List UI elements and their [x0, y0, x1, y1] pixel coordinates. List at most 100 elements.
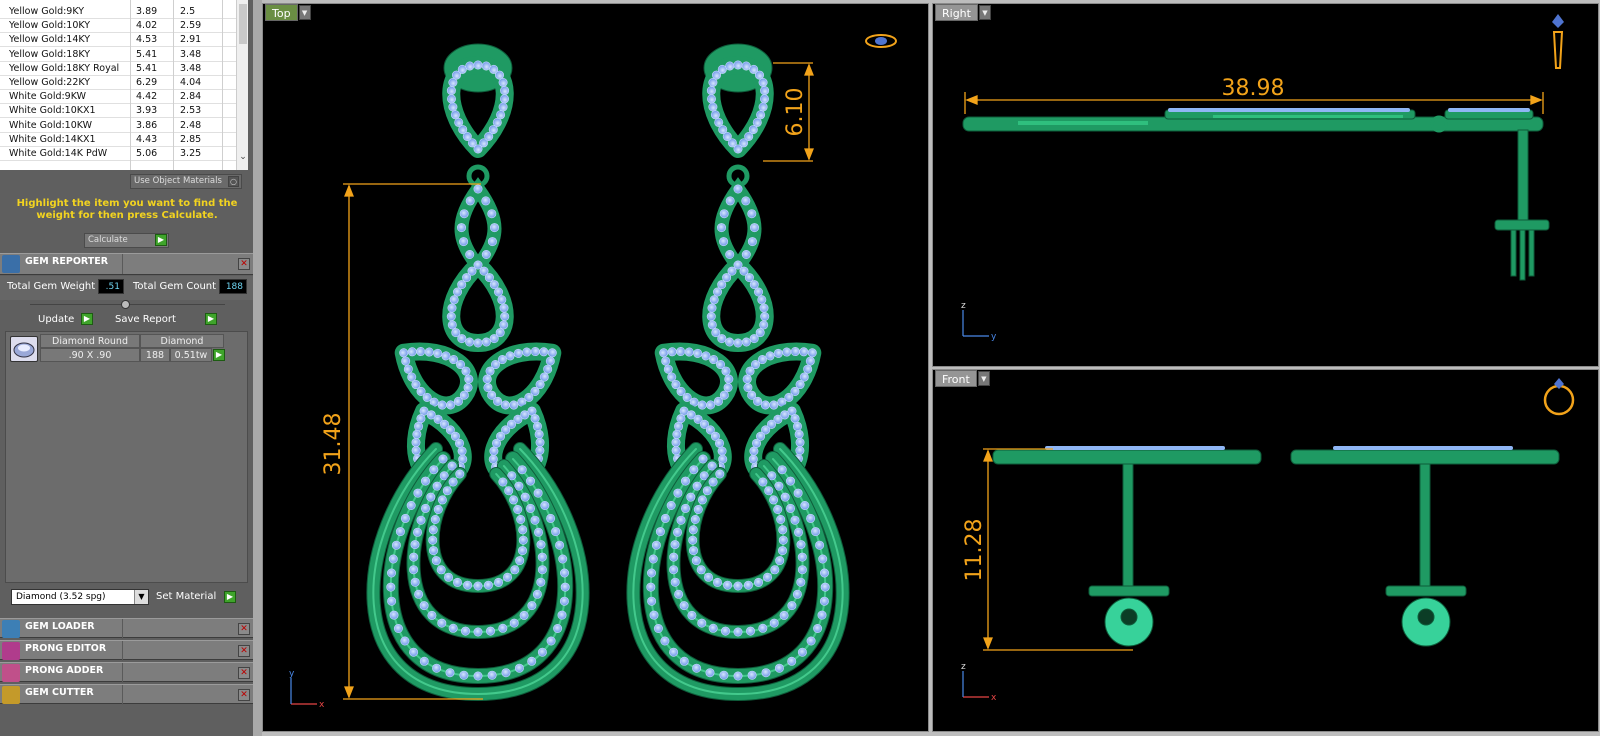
material-factor: 3.48	[180, 48, 202, 60]
play-icon[interactable]: ▶	[155, 234, 167, 246]
material-row[interactable]: White Gold:9KW 4.42 2.84	[0, 90, 236, 105]
chevron-down-icon[interactable]: ▼	[977, 371, 990, 386]
save-report-play-icon[interactable]: ▶	[205, 313, 217, 325]
gem-loader-header[interactable]: GEM LOADER ✕	[0, 618, 253, 639]
material-factor: 2.53	[180, 105, 202, 117]
gem-loader-title: GEM LOADER	[25, 621, 95, 632]
scroll-down-icon[interactable]: ⌄	[238, 152, 248, 166]
material-name: Yellow Gold:22KY	[9, 77, 91, 88]
gem-shape: Diamond Round	[40, 334, 140, 348]
app-window: Yellow Gold:9KY 3.89 2.5 Yellow Gold:10KY 4.…	[0, 0, 1600, 736]
earring-view-icon[interactable]	[1552, 14, 1564, 69]
dimension-height-label: 31.48	[321, 413, 346, 476]
material-row[interactable]: White Gold:14KX1 4.43 2.85	[0, 133, 236, 147]
calculate-hint: Highlight the item you want to find the …	[16, 198, 238, 221]
close-icon[interactable]: ✕	[238, 667, 250, 679]
material-factor: 2.84	[180, 91, 202, 103]
chevron-down-icon[interactable]: ▼	[134, 590, 148, 604]
top-view-label[interactable]: Top ▼	[265, 4, 311, 21]
axis-indicator: x y	[289, 669, 325, 710]
gem-count: 188	[140, 348, 170, 362]
total-gem-weight-value: .51	[98, 279, 124, 294]
prong-adder-title: PRONG ADDER	[25, 665, 104, 676]
save-report-label: Save Report	[115, 314, 176, 325]
right-viewport[interactable]: 38.98 y z Right ▼	[932, 3, 1599, 367]
top-viewport[interactable]: 31.48 6.10 x y Top ▼	[262, 3, 929, 732]
material-select[interactable]: Diamond (3.52 spg) ▼	[11, 589, 149, 605]
material-density: 4.43	[136, 133, 158, 145]
chevron-down-icon[interactable]: ▼	[978, 5, 991, 20]
material-row[interactable]: Yellow Gold:14KY 4.53 2.91	[0, 33, 236, 48]
checkbox-icon[interactable]: ○	[228, 176, 239, 187]
header-divider	[122, 619, 123, 639]
material-density: 6.29	[136, 77, 158, 88]
gem-reporter-header[interactable]: GEM REPORTER ✕	[0, 253, 253, 275]
material-factor: 2.5	[180, 6, 196, 17]
material-factor: 3.25	[180, 148, 202, 159]
update-label: Update	[38, 314, 75, 325]
front-view-canvas[interactable]: 11.28 x z	[933, 370, 1599, 732]
material-name: White Gold:10KW	[9, 119, 93, 131]
update-button[interactable]: Update	[38, 312, 74, 327]
set-material-play-icon[interactable]: ▶	[224, 591, 236, 603]
calculate-button[interactable]: Calculate ▶	[84, 233, 169, 248]
gem-stats: Total Gem Weight .51 Total Gem Count 188	[0, 276, 253, 300]
front-view-label[interactable]: Front ▼	[935, 370, 990, 387]
material-row[interactable]: Yellow Gold:10KY 4.02 2.59	[0, 19, 236, 34]
earring-front-left	[992, 449, 1262, 647]
total-gem-count-value: 188	[219, 279, 247, 294]
material-select-value: Diamond (3.52 spg)	[16, 592, 106, 602]
top-view-title: Top	[272, 7, 291, 20]
front-viewport[interactable]: 11.28 x z Front ▼	[932, 369, 1599, 732]
gem-row-left	[1045, 446, 1225, 450]
svg-text:y: y	[289, 669, 295, 679]
prong-editor-title: PRONG EDITOR	[25, 643, 107, 654]
gem-row-play-icon[interactable]: ▶	[213, 349, 225, 361]
chevron-down-icon[interactable]: ▼	[298, 5, 311, 20]
earring-left[interactable]	[366, 43, 590, 702]
ring-front-icon[interactable]	[1543, 378, 1575, 416]
scroll-thumb[interactable]	[239, 4, 247, 44]
close-icon[interactable]: ✕	[238, 623, 250, 635]
material-scrollbar[interactable]: ⌄	[236, 0, 248, 170]
material-row[interactable]: White Gold:14K PdW 5.06 3.25	[0, 147, 236, 161]
top-view-canvas[interactable]: 31.48 6.10 x y	[263, 4, 929, 732]
gem-cutter-title: GEM CUTTER	[25, 687, 94, 698]
prong-adder-header[interactable]: PRONG ADDER ✕	[0, 662, 253, 683]
material-row[interactable]: Yellow Gold:18KY 5.41 3.48	[0, 48, 236, 62]
prong-adder-icon	[2, 664, 20, 682]
panel-splitter[interactable]	[253, 0, 262, 736]
gem-cutter-header[interactable]: GEM CUTTER ✕	[0, 684, 253, 705]
material-row[interactable]: White Gold:10KX1 3.93 2.53	[0, 104, 236, 119]
update-play-icon[interactable]: ▶	[81, 313, 93, 325]
splitter-handle[interactable]	[121, 300, 130, 309]
column-divider	[173, 0, 174, 170]
material-row[interactable]: Yellow Gold:18KY Royal 5.41 3.48	[0, 62, 236, 76]
earring-right[interactable]	[626, 43, 850, 702]
ring-view-icon[interactable]	[865, 34, 897, 48]
set-material-button[interactable]: Set Material	[156, 589, 216, 605]
material-density: 5.06	[136, 148, 158, 159]
close-icon[interactable]: ✕	[238, 258, 250, 270]
prong-editor-header[interactable]: PRONG EDITOR ✕	[0, 640, 253, 661]
dimension-top-label: 6.10	[783, 88, 808, 137]
close-icon[interactable]: ✕	[238, 689, 250, 701]
material-table[interactable]: Yellow Gold:9KY 3.89 2.5 Yellow Gold:10KY 4.…	[0, 0, 248, 170]
gem-list-row[interactable]: Diamond Round Diamond .90 X .90 188 0.51…	[8, 334, 228, 364]
gem-list[interactable]: Diamond Round Diamond .90 X .90 188 0.51…	[5, 331, 248, 583]
material-density: 4.53	[136, 34, 158, 46]
material-factor: 3.48	[180, 62, 202, 74]
material-factor: 4.04	[180, 77, 202, 88]
header-divider	[122, 685, 123, 705]
use-object-materials-checkbox[interactable]: Use Object Materials ○	[130, 174, 242, 189]
close-icon[interactable]: ✕	[238, 645, 250, 657]
total-gem-count-label: Total Gem Count	[133, 281, 217, 292]
save-report-button[interactable]: Save Report	[115, 312, 176, 327]
material-row[interactable]: White Gold:10KW 3.86 2.48	[0, 119, 236, 133]
right-view-title: Right	[942, 7, 971, 20]
svg-text:z: z	[961, 662, 966, 672]
material-row[interactable]: Yellow Gold:9KY 3.89 2.5	[0, 5, 236, 19]
right-view-canvas[interactable]: 38.98 y z	[933, 4, 1599, 367]
right-view-label[interactable]: Right ▼	[935, 4, 991, 21]
material-row[interactable]: Yellow Gold:22KY 6.29 4.04	[0, 76, 236, 90]
